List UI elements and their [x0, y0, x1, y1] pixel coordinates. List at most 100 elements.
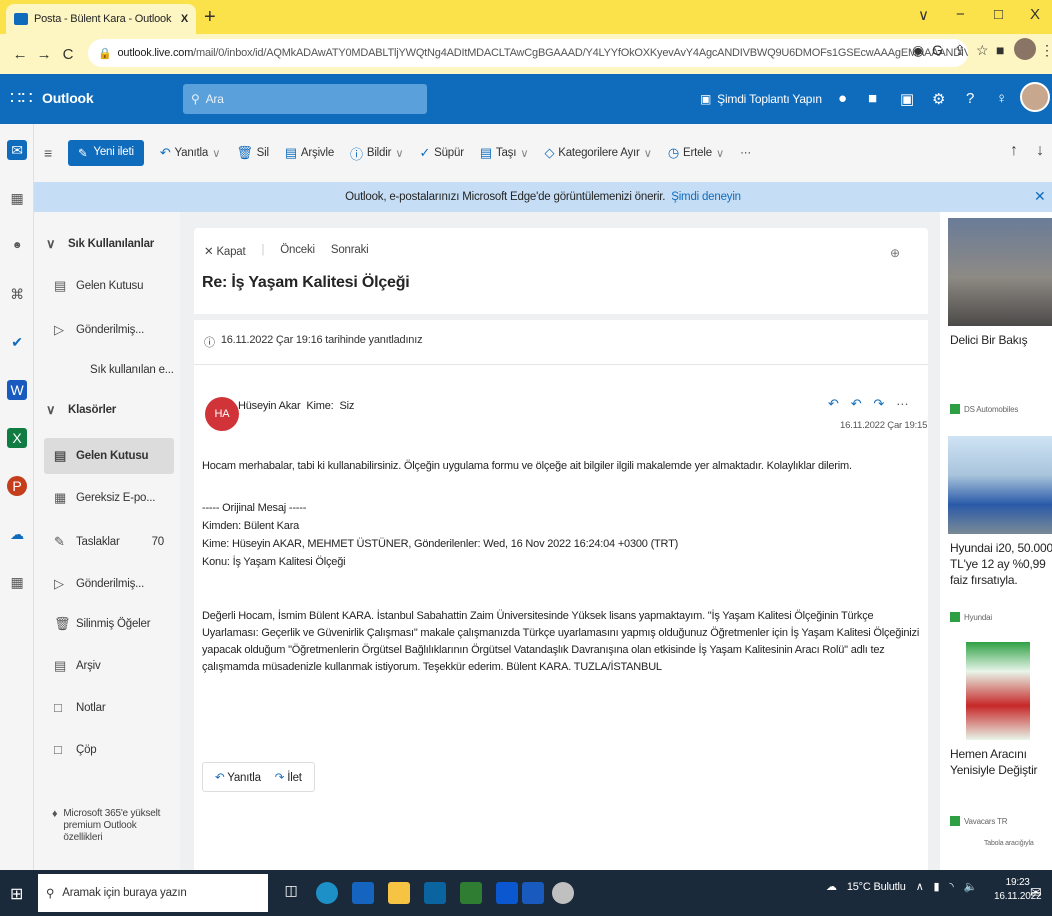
eye-icon[interactable]: ◉	[912, 42, 924, 59]
more-apps-icon[interactable]: ▦	[7, 572, 27, 592]
categorize-button[interactable]: ◇ Kategorilere Ayır ∨	[544, 145, 652, 161]
media-icon[interactable]	[496, 882, 518, 904]
network-icon[interactable]: ◝	[949, 880, 953, 893]
ad-image-car-street[interactable]	[948, 218, 1052, 326]
mail-app-icon[interactable]	[424, 882, 446, 904]
attachment-icon[interactable]: ⌘	[7, 284, 27, 304]
footer-reply-button[interactable]: ↶ Yanıtla	[215, 770, 261, 784]
forward-button[interactable]: →	[32, 46, 56, 63]
ad1-title[interactable]: Delici Bir Bakış	[950, 332, 1028, 348]
address-bar[interactable]: 🔒 outlook.live.com /mail/0/inbox/id/AQMk…	[88, 39, 968, 67]
banner-close-icon[interactable]: ✕	[1034, 188, 1046, 205]
excel-app-icon[interactable]: X	[7, 428, 27, 448]
megaphone-icon[interactable]: ▣	[900, 90, 914, 108]
search-input[interactable]: ⚲ Ara	[183, 84, 427, 114]
tray-expand-icon[interactable]: ∧	[916, 880, 924, 893]
share-icon[interactable]: ⇪	[954, 42, 966, 59]
zoom-icon[interactable]: ⊕	[890, 246, 900, 260]
chrome-icon[interactable]	[552, 882, 574, 904]
ad3-title[interactable]: Hemen Aracını Yenisiyle Değiştir	[950, 746, 1052, 778]
taskbar-search[interactable]: ⚲ Aramak için buraya yazın	[38, 874, 268, 912]
windows-start-icon[interactable]: ⊞	[10, 884, 23, 904]
fav-inbox[interactable]: ▤ Gelen Kutusu	[54, 278, 143, 294]
reply-button[interactable]: ↶ Yanıtla ∨	[160, 145, 221, 161]
sender-name[interactable]: Hüseyin Akar	[238, 400, 301, 412]
outlook-brand[interactable]: Outlook	[42, 90, 94, 106]
folder-trash[interactable]: □ Çöp	[54, 742, 97, 757]
mail-icon[interactable]: ✉	[7, 140, 27, 160]
account-avatar[interactable]	[1020, 82, 1050, 112]
snooze-button[interactable]: ◷ Ertele ∨	[668, 145, 724, 161]
folder-notes[interactable]: □ Notlar	[54, 700, 106, 715]
more-commands-button[interactable]: ···	[740, 147, 751, 159]
powerpoint-app-icon[interactable]: P	[7, 476, 27, 496]
folder-sent[interactable]: ▷ Gönderilmiş...	[54, 576, 144, 592]
folder-inbox[interactable]: ▤ Gelen Kutusu	[54, 448, 149, 464]
sender-avatar[interactable]: HA	[205, 397, 239, 431]
browser-menu-icon[interactable]: ⋮	[1040, 42, 1052, 59]
notification-icon[interactable]: ✉	[1030, 884, 1042, 901]
upgrade-m365-link[interactable]: ♦ Microsoft 365'e yükselt premium Outloo…	[52, 808, 163, 844]
folders-header[interactable]: ∨ Klasörler	[46, 402, 116, 418]
minimize-button[interactable]: −	[956, 6, 965, 23]
tips-icon[interactable]: ♀	[996, 90, 1007, 107]
sweep-button[interactable]: ✓ Süpür	[419, 145, 464, 161]
reply-all-icon[interactable]: ↶	[851, 396, 862, 412]
todo-check-icon[interactable]: ✔	[7, 332, 27, 352]
ad2-title[interactable]: Hyundai i20, 50.000 TL'ye 12 ay %0,99 fa…	[950, 540, 1052, 588]
people-icon[interactable]: ☻	[7, 236, 27, 256]
meet-now-button[interactable]: ▣ Şimdi Toplantı Yapın	[700, 92, 822, 106]
arrow-up-icon[interactable]: ↑	[1010, 142, 1018, 159]
delete-button[interactable]: 🗑 Sil	[236, 145, 269, 161]
browser-tab[interactable]: Posta - Bülent Kara - Outlook X	[6, 4, 196, 34]
banner-link[interactable]: Şimdi deneyin	[671, 191, 741, 203]
footer-forward-button[interactable]: ↷ İlet	[275, 770, 302, 784]
folder-deleted[interactable]: 🗑 Silinmiş Öğeler	[54, 616, 151, 632]
next-button[interactable]: Sonraki	[331, 244, 369, 258]
previous-button[interactable]: Önceki	[280, 244, 315, 258]
report-button[interactable]: ⓘ Bildir ∨	[350, 144, 404, 163]
archive-button[interactable]: ▤ Arşivle	[285, 145, 334, 161]
ad-choices-label[interactable]: Tabola aracığıyla	[984, 840, 1034, 847]
google-icon[interactable]: G	[932, 42, 943, 58]
file-explorer-icon[interactable]	[388, 882, 410, 904]
help-icon[interactable]: ?	[966, 90, 974, 107]
back-button[interactable]: ←	[8, 46, 32, 63]
favorites-header[interactable]: ∨ Sık Kullanılanlar	[46, 236, 154, 252]
reply-icon[interactable]: ↶	[828, 396, 839, 412]
fav-sent[interactable]: ▷ Gönderilmiş...	[54, 322, 144, 338]
bookmark-star-icon[interactable]: ☆	[976, 42, 989, 59]
ad-image-hyundai[interactable]	[948, 436, 1052, 534]
calendar-icon[interactable]: ▦	[7, 188, 27, 208]
profile-avatar[interactable]	[1014, 38, 1036, 60]
maximize-button[interactable]: □	[994, 6, 1003, 23]
volume-icon[interactable]: 🔈	[963, 880, 977, 893]
new-message-button[interactable]: ✎ Yeni ileti	[67, 140, 144, 166]
window-close-button[interactable]: X	[1030, 6, 1040, 23]
battery-icon[interactable]: ▮	[934, 880, 940, 893]
ad-image-vavacars[interactable]	[966, 642, 1030, 740]
word-taskbar-icon[interactable]	[522, 882, 544, 904]
arrow-down-icon[interactable]: ↓	[1036, 142, 1044, 159]
more-actions-icon[interactable]: ···	[896, 396, 909, 412]
store-icon[interactable]	[352, 882, 374, 904]
settings-gear-icon[interactable]: ⚙	[932, 90, 945, 108]
edge-icon[interactable]	[316, 882, 338, 904]
folder-archive[interactable]: ▤ Arşiv	[54, 658, 101, 674]
tab-close-button[interactable]: X	[181, 13, 188, 25]
tab-search-button[interactable]: ∨	[918, 6, 929, 24]
forward-icon[interactable]: ↷	[873, 396, 884, 412]
close-button[interactable]: ✕ Kapat	[204, 244, 246, 258]
weather-label[interactable]: 15°C Bulutlu	[847, 881, 906, 893]
word-app-icon[interactable]: W	[7, 380, 27, 400]
app-icon[interactable]	[460, 882, 482, 904]
word-icon[interactable]: ■	[868, 90, 877, 107]
move-button[interactable]: ▤ Taşı ∨	[480, 145, 529, 161]
app-launcher-icon[interactable]: ∷∷	[10, 88, 33, 109]
reload-button[interactable]: C	[56, 46, 80, 63]
new-tab-button[interactable]: +	[204, 6, 216, 29]
onedrive-icon[interactable]: ☁	[7, 524, 27, 544]
extensions-icon[interactable]: ■	[996, 42, 1004, 58]
hamburger-icon[interactable]: ≡	[44, 145, 52, 161]
folder-drafts[interactable]: ✎ Taslaklar 70	[54, 534, 164, 550]
